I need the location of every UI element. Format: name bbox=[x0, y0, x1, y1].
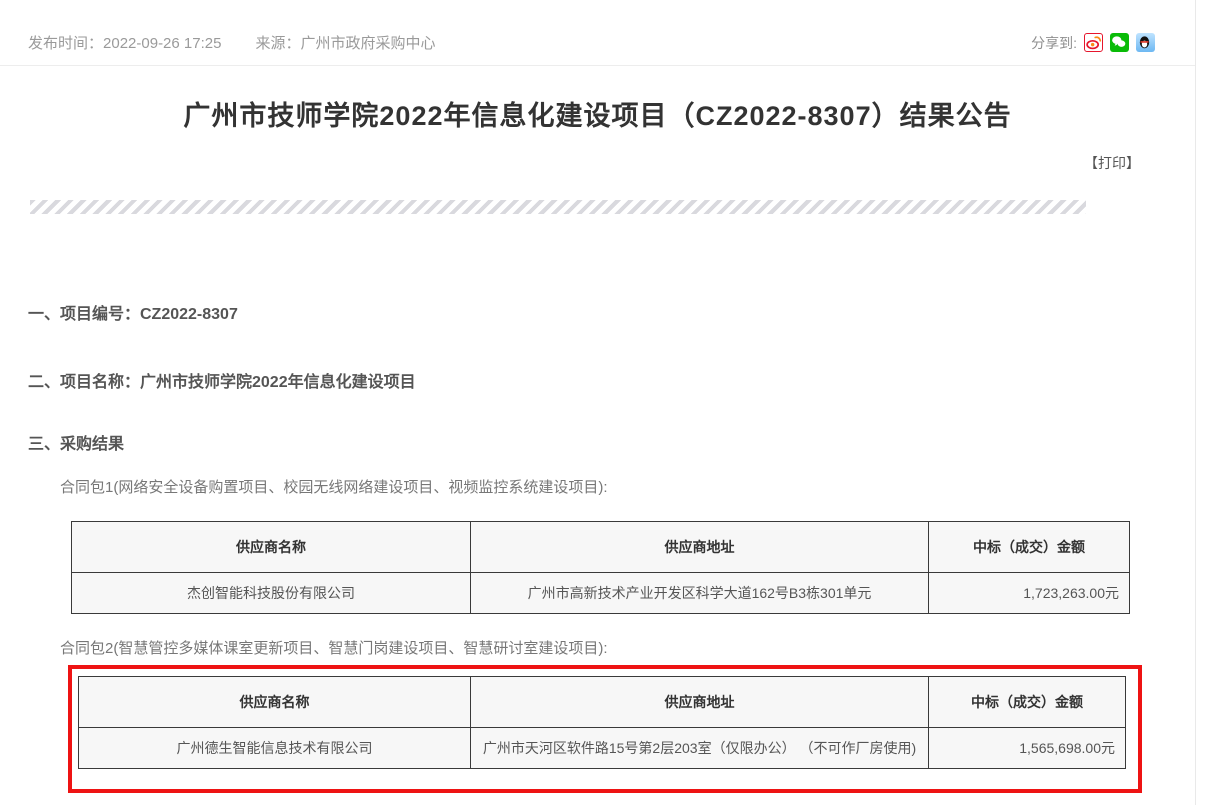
table-row: 杰创智能科技股份有限公司 广州市高新技术产业开发区科学大道162号B3栋301单… bbox=[72, 573, 1130, 614]
col-supplier-address: 供应商地址 bbox=[471, 677, 929, 728]
col-supplier-address: 供应商地址 bbox=[471, 522, 929, 573]
weibo-glyph bbox=[1085, 34, 1102, 51]
section-project-name: 二、项目名称：广州市技师学院2022年信息化建设项目 bbox=[28, 368, 1195, 392]
supplier-address-cell: 广州市高新技术产业开发区科学大道162号B3栋301单元 bbox=[471, 573, 929, 614]
col-supplier-name: 供应商名称 bbox=[72, 522, 471, 573]
qq-icon[interactable] bbox=[1136, 33, 1155, 52]
col-award-amount: 中标（成交）金额 bbox=[929, 677, 1126, 728]
source-value: 广州市政府采购中心 bbox=[300, 35, 435, 52]
hatched-divider bbox=[30, 200, 1086, 214]
print-button[interactable]: 【打印】 bbox=[1084, 155, 1140, 171]
section-procurement-result: 三、采购结果 bbox=[28, 430, 1195, 454]
col-award-amount: 中标（成交）金额 bbox=[929, 522, 1130, 573]
package1-table: 供应商名称 供应商地址 中标（成交）金额 杰创智能科技股份有限公司 广州市高新技… bbox=[71, 521, 1130, 614]
publish-time-label: 发布时间： bbox=[28, 35, 103, 52]
wechat-icon[interactable] bbox=[1110, 33, 1129, 52]
col-supplier-name: 供应商名称 bbox=[79, 677, 471, 728]
publish-time-value: 2022-09-26 17:25 bbox=[103, 35, 221, 52]
package1-label: 合同包1(网络安全设备购置项目、校园无线网络建设项目、视频监控系统建设项目): bbox=[60, 476, 1195, 497]
section-project-number: 一、项目编号：CZ2022-8307 bbox=[28, 300, 1195, 324]
supplier-address-cell: 广州市天河区软件路15号第2层203室（仅限办公） （不可作厂房使用) bbox=[471, 728, 929, 769]
table-header-row: 供应商名称 供应商地址 中标（成交）金额 bbox=[79, 677, 1126, 728]
meta-bar: 发布时间：2022-09-26 17:25 来源：广州市政府采购中心 分享到: bbox=[0, 0, 1195, 66]
print-row: 【打印】 bbox=[0, 153, 1195, 173]
publish-info: 发布时间：2022-09-26 17:25 来源：广州市政府采购中心 bbox=[28, 32, 435, 53]
qq-glyph bbox=[1136, 33, 1153, 50]
source-label: 来源： bbox=[255, 35, 300, 52]
section-main-subject-info: 四、主要标的信息 bbox=[28, 801, 1195, 805]
award-amount-cell: 1,565,698.00元 bbox=[929, 728, 1126, 769]
wechat-glyph bbox=[1110, 33, 1127, 50]
weibo-icon[interactable] bbox=[1084, 33, 1103, 52]
share-bar: 分享到: bbox=[1031, 33, 1155, 53]
highlight-annotation-box: 供应商名称 供应商地址 中标（成交）金额 广州德生智能信息技术有限公司 广州市天… bbox=[68, 665, 1142, 793]
package2-label: 合同包2(智慧管控多媒体课室更新项目、智慧门岗建设项目、智慧研讨室建设项目): bbox=[60, 637, 1195, 658]
supplier-name-cell: 杰创智能科技股份有限公司 bbox=[72, 573, 471, 614]
supplier-name-cell: 广州德生智能信息技术有限公司 bbox=[79, 728, 471, 769]
page-title: 广州市技师学院2022年信息化建设项目（CZ2022-8307）结果公告 bbox=[0, 94, 1195, 133]
article-page: 发布时间：2022-09-26 17:25 来源：广州市政府采购中心 分享到: bbox=[0, 0, 1196, 805]
package2-table: 供应商名称 供应商地址 中标（成交）金额 广州德生智能信息技术有限公司 广州市天… bbox=[78, 676, 1126, 769]
award-amount-cell: 1,723,263.00元 bbox=[929, 573, 1130, 614]
table-header-row: 供应商名称 供应商地址 中标（成交）金额 bbox=[72, 522, 1130, 573]
share-label: 分享到: bbox=[1031, 33, 1077, 53]
table-row: 广州德生智能信息技术有限公司 广州市天河区软件路15号第2层203室（仅限办公）… bbox=[79, 728, 1126, 769]
